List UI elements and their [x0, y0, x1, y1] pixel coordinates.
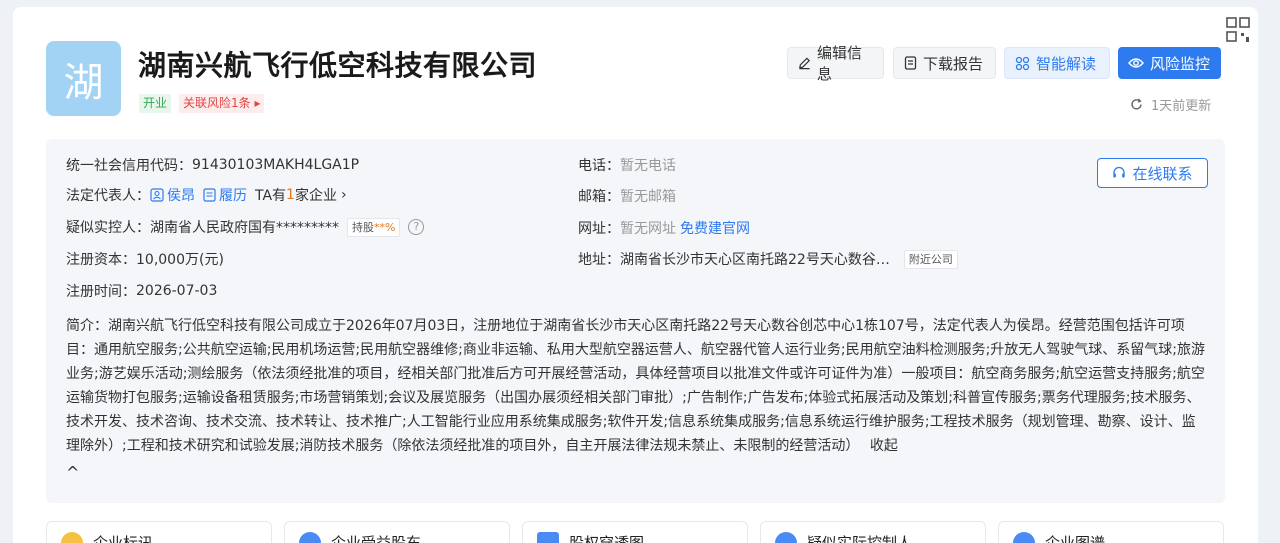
phone-value: 暂无电话 — [620, 158, 676, 174]
company-summary: 简介：湖南兴航飞行低空科技有限公司成立于2026年07月03日，注册地位于湖南省… — [66, 314, 1206, 458]
controller-label: 疑似实控人： — [66, 220, 150, 236]
capital-label: 注册资本： — [66, 252, 136, 268]
credit-code-label: 统一社会信用代码： — [66, 158, 192, 174]
summary-text: 简介：湖南兴航飞行低空科技有限公司成立于2026年07月03日，注册地位于湖南省… — [66, 318, 1206, 454]
reg-time-value: 2026-07-03 — [136, 283, 218, 299]
equity-chart-icon — [537, 532, 559, 543]
legal-rep-label: 法定代表人： — [66, 188, 150, 204]
holding-chip: 持股**% — [347, 217, 401, 237]
tab-bid-info[interactable]: 企业标讯 — [46, 521, 272, 543]
help-icon[interactable]: ? — [408, 219, 425, 235]
tab-company-graph-label: 企业图谱 — [1045, 534, 1106, 543]
ai-analysis-label: 智能解读 — [1036, 54, 1097, 73]
website-value: 暂无网址 — [620, 221, 676, 237]
tab-bid-info-label: 企业标讯 — [93, 534, 154, 543]
reg-time-label: 注册时间： — [66, 284, 136, 300]
pencil-icon — [799, 57, 811, 70]
holding-pct: **% — [374, 220, 396, 234]
risk-monitor-label: 风险监控 — [1150, 54, 1211, 73]
controller-value[interactable]: 湖南省人民政府国有********* — [150, 217, 339, 237]
refresh-icon[interactable] — [1130, 98, 1143, 111]
phone-label: 电话： — [578, 158, 620, 174]
collapse-link[interactable]: 收起 — [870, 438, 898, 454]
tab-actual-controller[interactable]: 疑似实际控制人 — [760, 521, 986, 543]
risk-badge[interactable]: 关联风险1条 ▸ — [179, 94, 265, 113]
document-icon — [904, 56, 917, 70]
tab-equity-chart[interactable]: 股权穿透图 — [522, 521, 748, 543]
bid-icon — [61, 532, 83, 543]
phone-row: 电话： 暂无电话 — [578, 155, 676, 175]
update-text: 1天前更新 — [1151, 99, 1212, 114]
graph-icon — [1013, 532, 1035, 543]
status-badge: 开业 — [139, 94, 172, 113]
nearby-companies-button[interactable]: 附近公司 — [903, 249, 958, 269]
beneficiary-icon — [299, 532, 321, 543]
credit-code-row: 统一社会信用代码： 91430103MAKH4LGA1P — [66, 155, 359, 175]
reg-time-row: 注册时间： 2026-07-03 — [66, 281, 217, 301]
chevron-right-icon[interactable]: › — [341, 187, 347, 203]
ai-icon — [1015, 56, 1030, 70]
ta-suffix[interactable]: 家企业 — [295, 185, 337, 205]
holding-label: 持股 — [352, 220, 374, 234]
email-row: 邮箱： 暂无邮箱 — [578, 186, 676, 206]
company-name: 湖南兴航飞行低空科技有限公司 — [138, 49, 538, 82]
edit-info-button[interactable]: 编辑信息 — [787, 44, 884, 83]
build-website-link[interactable]: 免费建官网 — [680, 218, 750, 238]
tab-equity-chart-label: 股权穿透图 — [569, 534, 645, 543]
edit-info-label: 编辑信息 — [817, 44, 863, 83]
online-contact-button[interactable]: 在线联系 — [1097, 158, 1208, 188]
address-value[interactable]: 湖南省长沙市天心区南托路22号天心数谷… — [620, 249, 890, 269]
ta-count[interactable]: 1 — [286, 187, 295, 203]
address-row: 地址： 湖南省长沙市天心区南托路22号天心数谷… 附近公司 — [578, 249, 958, 269]
legal-rep-row: 法定代表人： 侯昂 履历 TA有 1 家企业 › — [66, 185, 347, 205]
tab-company-graph[interactable]: 企业图谱 — [998, 521, 1224, 543]
eye-icon — [1128, 58, 1144, 68]
credit-code-value: 91430103MAKH4LGA1P — [192, 157, 360, 173]
website-row: 网址： 暂无网址 免费建官网 — [578, 218, 750, 238]
person-icon — [150, 188, 164, 202]
address-label: 地址： — [578, 252, 620, 268]
controller-icon — [775, 532, 797, 543]
capital-value: 10,000万(元) — [136, 252, 224, 268]
company-logo: 湖 — [46, 41, 121, 116]
controller-row: 疑似实控人： 湖南省人民政府国有********* 持股**% ? — [66, 217, 425, 237]
risk-monitor-button[interactable]: 风险监控 — [1118, 47, 1221, 79]
tab-beneficiaries-label: 企业受益股东 — [331, 534, 422, 543]
resume-link[interactable]: 履历 — [219, 185, 247, 205]
download-report-button[interactable]: 下载报告 — [893, 47, 996, 79]
tab-actual-controller-label: 疑似实际控制人 — [807, 534, 913, 543]
ai-analysis-button[interactable]: 智能解读 — [1004, 47, 1110, 79]
legal-rep-name[interactable]: 侯昂 — [167, 185, 195, 205]
email-label: 邮箱： — [578, 189, 620, 205]
online-contact-label: 在线联系 — [1132, 164, 1193, 183]
tab-beneficiaries[interactable]: 企业受益股东 — [284, 521, 510, 543]
download-report-label: 下载报告 — [923, 54, 984, 73]
update-status: 1天前更新 — [1130, 95, 1211, 114]
qr-code-icon[interactable] — [1226, 17, 1250, 43]
website-label: 网址： — [578, 221, 620, 237]
ta-prefix[interactable]: TA有 — [255, 185, 286, 205]
capital-row: 注册资本： 10,000万(元) — [66, 249, 224, 269]
email-value: 暂无邮箱 — [620, 189, 676, 205]
resume-icon — [203, 188, 216, 202]
chevron-up-icon[interactable]: ^ — [66, 463, 79, 482]
headset-icon — [1113, 166, 1126, 178]
